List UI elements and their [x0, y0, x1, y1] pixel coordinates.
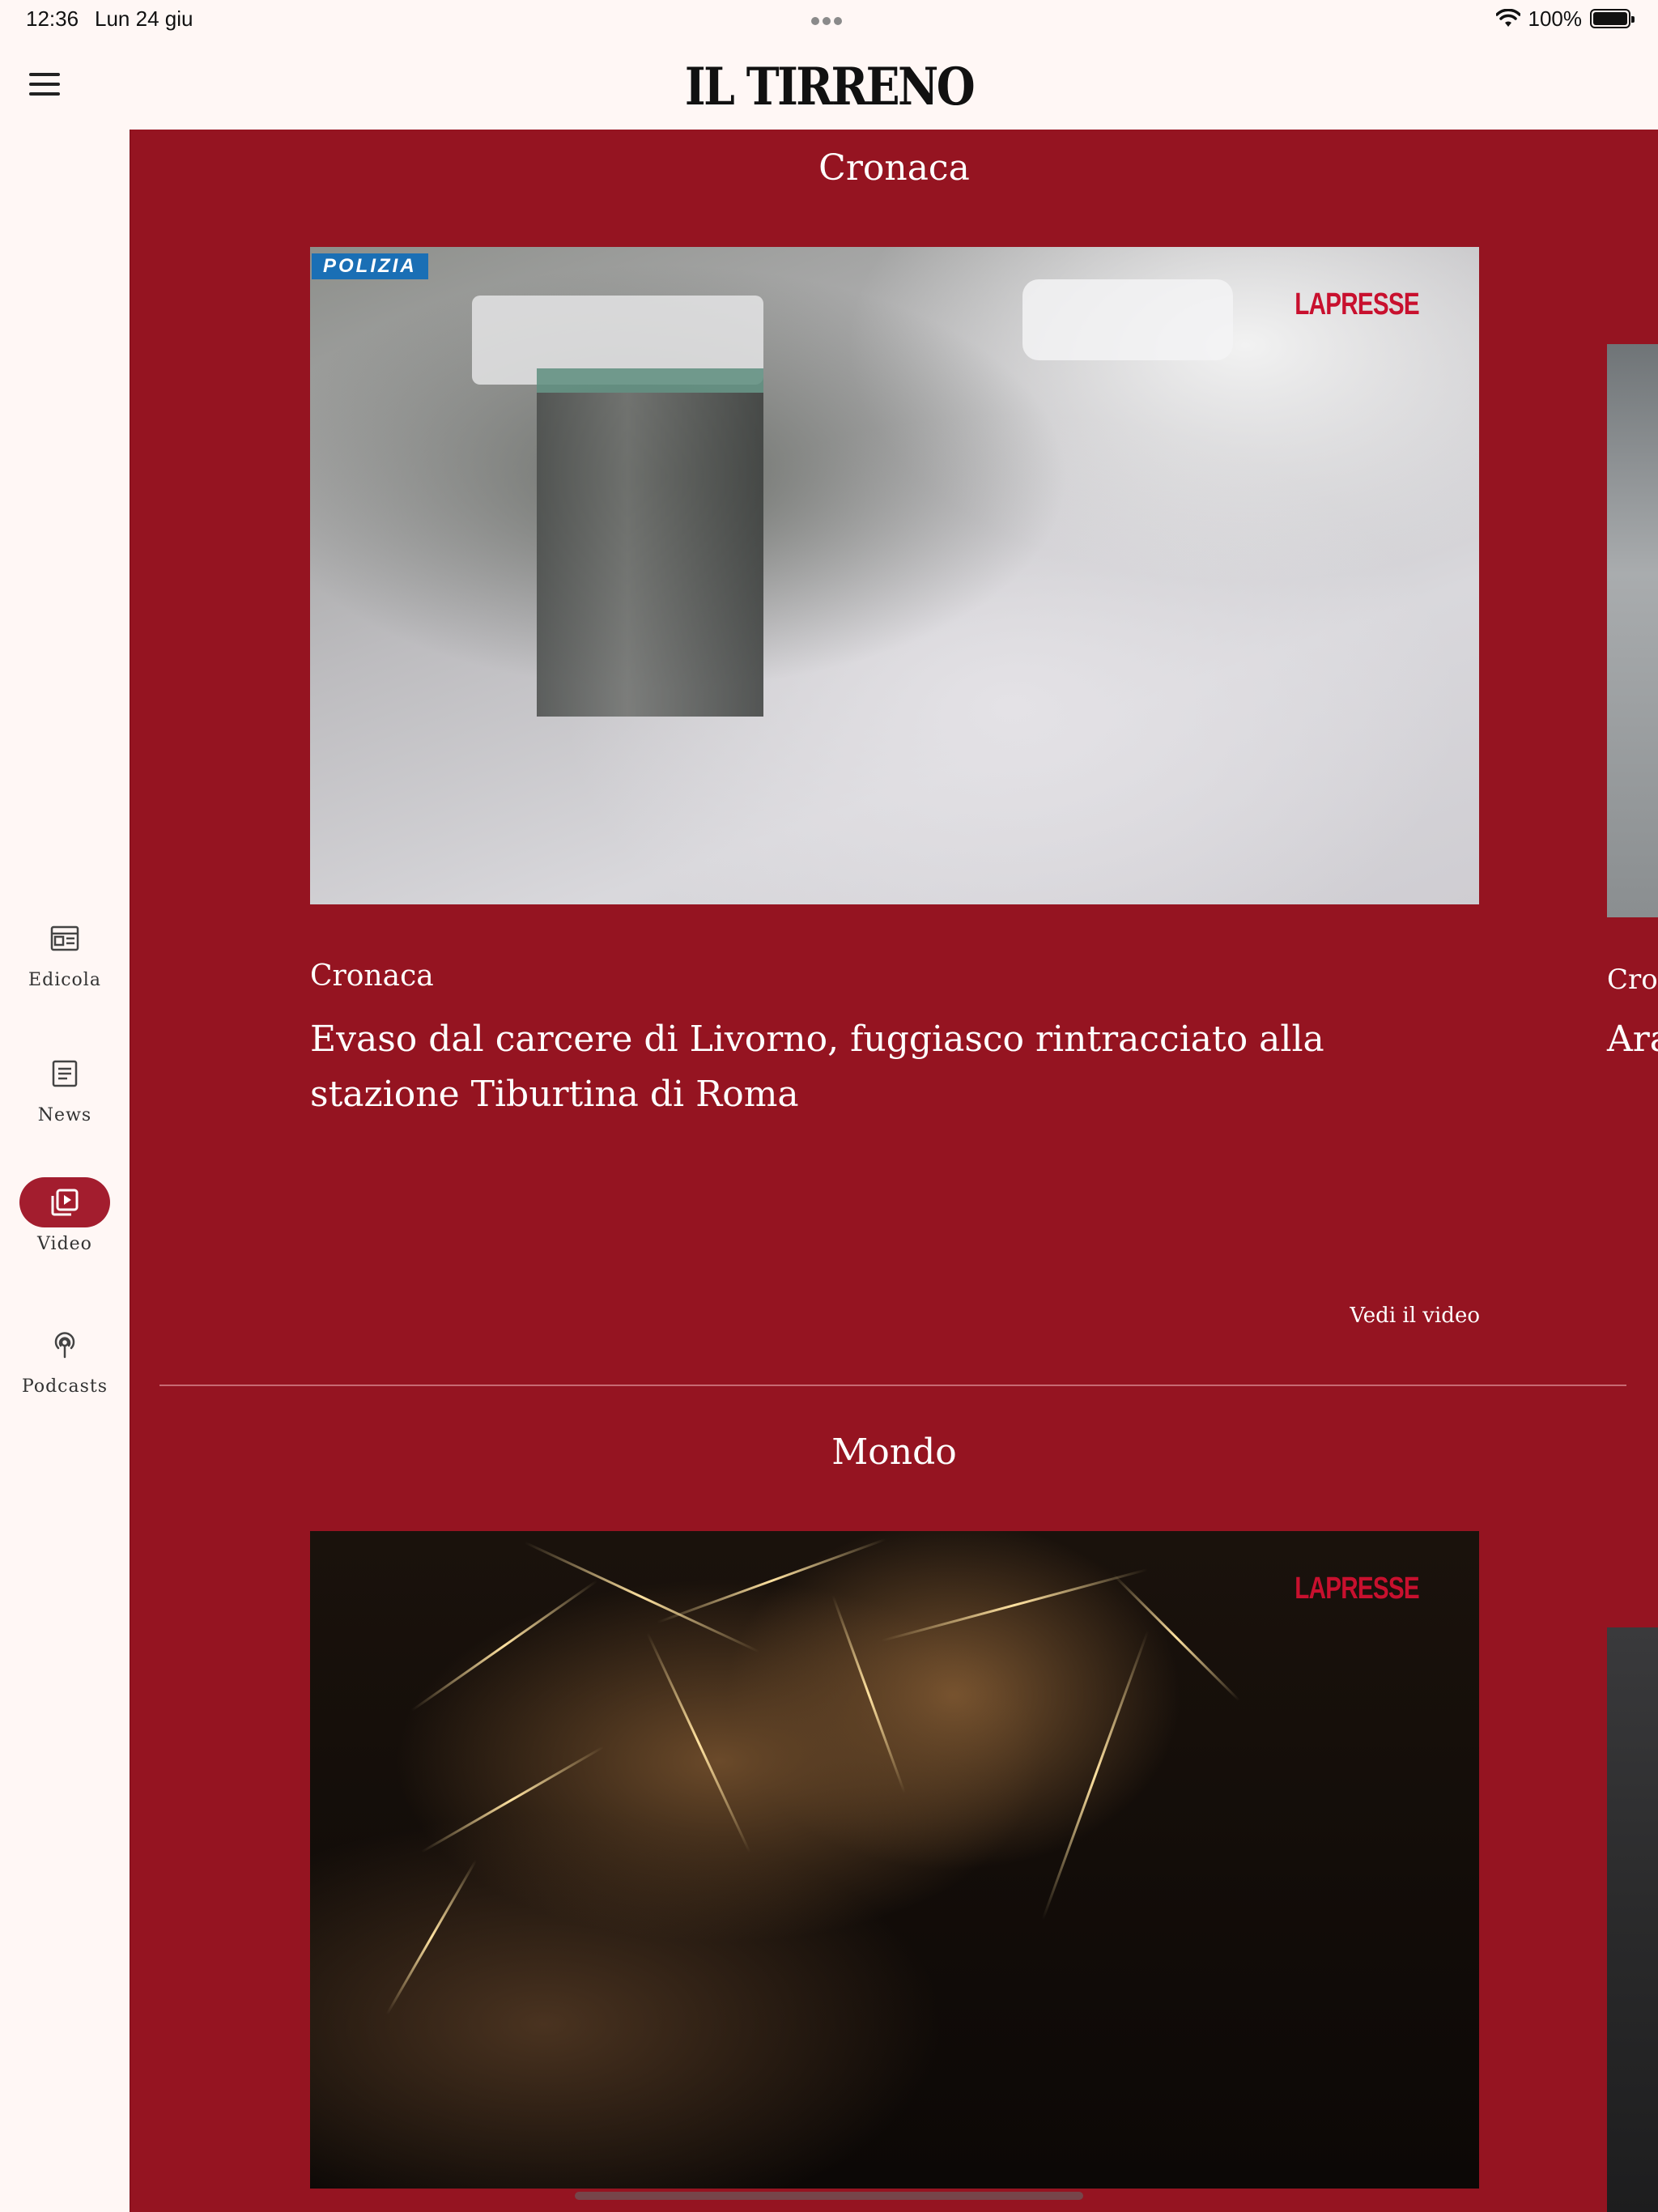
video-thumbnail[interactable]: LAPRESSE — [310, 1531, 1479, 2189]
nav-label: News — [37, 1105, 92, 1125]
next-article-category: Cron — [1607, 963, 1658, 996]
section-title-mondo: Mondo — [831, 1431, 957, 1473]
nav-item-edicola[interactable]: Edicola — [0, 913, 130, 990]
watch-video-link[interactable]: Vedi il video — [1350, 1304, 1480, 1328]
thumb-scene-van — [1022, 279, 1233, 360]
section-divider — [159, 1385, 1626, 1386]
section-title-cronaca: Cronaca — [818, 147, 970, 189]
status-bar: 12:36 Lun 24 giu 100% — [0, 0, 1658, 37]
police-badge: POLIZIA — [312, 253, 428, 279]
side-navigation: Edicola News Video Podcasts — [0, 130, 130, 2212]
hamburger-menu-icon[interactable] — [29, 73, 62, 97]
podcast-icon — [19, 1320, 110, 1370]
video-thumbnail[interactable]: POLIZIA LAPRESSE — [310, 247, 1479, 904]
next-video-thumbnail[interactable] — [1607, 1627, 1658, 2212]
video-library-icon — [19, 1177, 110, 1227]
multitasking-dots-icon[interactable] — [811, 15, 847, 25]
app-header: IL TIRRENO — [0, 37, 1658, 130]
lapresse-watermark: LAPRESSE — [1295, 287, 1419, 321]
newspaper-icon — [19, 913, 110, 963]
next-video-thumbnail[interactable] — [1607, 344, 1658, 917]
thumb-scene-kiosk — [537, 368, 763, 717]
nav-label: Podcasts — [21, 1376, 108, 1397]
status-time: 12:36 — [26, 6, 79, 31]
app-logo[interactable]: IL TIRRENO — [116, 57, 1541, 117]
article-icon — [19, 1049, 110, 1099]
battery-percent: 100% — [1528, 6, 1583, 31]
wifi-icon — [1495, 9, 1520, 27]
nav-label: Edicola — [28, 970, 101, 990]
status-indicators: 100% — [1495, 6, 1635, 31]
status-date: Lun 24 giu — [95, 6, 193, 31]
nav-item-podcasts[interactable]: Podcasts — [0, 1320, 130, 1397]
home-indicator[interactable] — [575, 2192, 1083, 2200]
nav-item-video[interactable]: Video — [0, 1177, 130, 1254]
video-feed: Cronaca POLIZIA LAPRESSE Cronaca Cron Ev… — [130, 130, 1658, 2212]
next-article-headline[interactable]: Ara — [1607, 1012, 1658, 1067]
nav-item-news[interactable]: News — [0, 1049, 130, 1125]
nav-label: Video — [37, 1234, 92, 1254]
article-category: Cronaca — [310, 959, 434, 993]
battery-icon — [1590, 9, 1635, 28]
article-headline[interactable]: Evaso dal carcere di Livorno, fuggiasco … — [310, 1012, 1479, 1122]
lapresse-watermark: LAPRESSE — [1295, 1572, 1419, 1606]
